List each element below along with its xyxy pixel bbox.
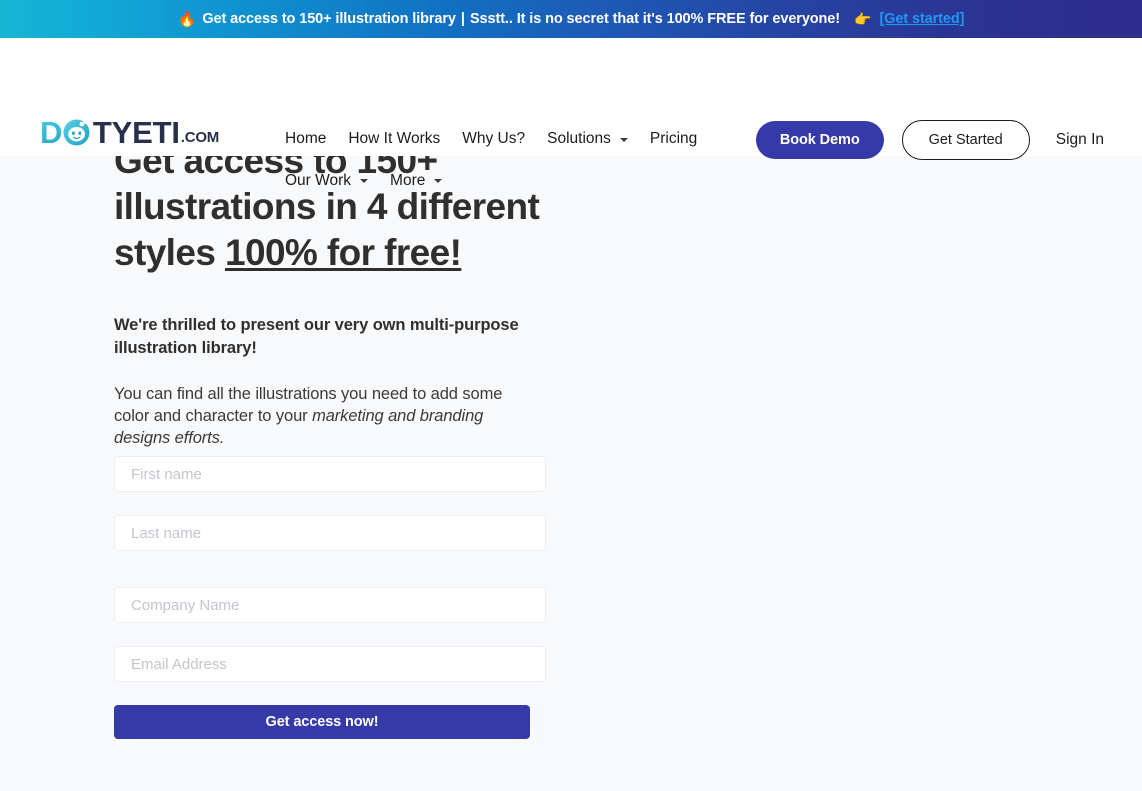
chevron-down-icon	[360, 179, 369, 184]
main-navigation-row-2: Our Work More	[285, 165, 765, 197]
nav-item-more-label: More	[390, 171, 426, 189]
email-address-input[interactable]	[114, 646, 546, 682]
nav-item-how-it-works[interactable]: How It Works	[348, 123, 440, 155]
hero-section: Get access to 150+ illustrations in 4 di…	[0, 156, 1142, 791]
first-name-input[interactable]	[114, 456, 546, 492]
nav-item-how-it-works-label: How It Works	[348, 130, 441, 147]
nav-item-our-work-label: Our Work	[285, 171, 352, 189]
hero-text-column: Get access to 150+ illustrations in 4 di…	[114, 156, 584, 449]
chevron-down-icon	[619, 137, 628, 142]
nav-item-more[interactable]: More	[390, 165, 443, 197]
yeti-face-icon	[63, 119, 90, 146]
signup-form: Get access now!	[114, 456, 546, 739]
nav-item-solutions[interactable]: Solutions	[547, 123, 628, 155]
promo-banner-message: Ssstt.. It is no secret that it's 100% F…	[469, 11, 841, 27]
nav-item-solutions-label: Solutions	[547, 130, 611, 147]
nav-item-home[interactable]: Home	[285, 123, 326, 155]
nav-item-pricing-label: Pricing	[649, 130, 698, 147]
sign-in-link[interactable]: Sign In	[1056, 131, 1104, 149]
main-navigation: Home How It Works Why Us? Solutions Pric…	[285, 123, 765, 196]
hero-body-text: You can find all the illustrations you n…	[114, 383, 514, 449]
logo-text-yeti: TYETI	[92, 114, 180, 150]
chevron-down-icon	[434, 179, 443, 184]
nav-item-why-us-label: Why Us?	[462, 130, 526, 147]
promo-banner-separator: |	[460, 11, 465, 27]
site-logo[interactable]: D TYETI .COM	[40, 114, 219, 150]
flame-icon: 🔥	[177, 10, 197, 28]
hero-subheading: We're thrilled to present our very own m…	[114, 316, 519, 357]
logo-text-dotcom: .COM	[180, 128, 220, 146]
nav-item-our-work[interactable]: Our Work	[285, 165, 369, 197]
promo-banner-lead: Get access to 150+ illustration library	[202, 11, 456, 27]
nav-item-home-label: Home	[285, 130, 327, 147]
last-name-input[interactable]	[114, 515, 546, 551]
pointing-hand-icon: 👉	[854, 11, 872, 27]
nav-item-why-us[interactable]: Why Us?	[462, 123, 525, 155]
logo-letter-d: D	[40, 114, 62, 150]
header-actions: Book Demo Get Started Sign In	[755, 120, 1104, 160]
get-access-now-button[interactable]: Get access now!	[114, 705, 530, 739]
promo-banner-content: 🔥 Get access to 150+ illustration librar…	[178, 11, 965, 27]
promo-banner: 🔥 Get access to 150+ illustration librar…	[0, 0, 1142, 38]
company-name-input[interactable]	[114, 587, 546, 623]
get-started-button[interactable]: Get Started	[901, 120, 1030, 160]
nav-item-pricing[interactable]: Pricing	[650, 123, 697, 155]
site-header: D TYETI .COM Home How It Works Why Us? S…	[0, 38, 1142, 188]
book-demo-button[interactable]: Book Demo	[755, 121, 884, 159]
hero-title-highlight: 100% for free!	[225, 232, 462, 273]
promo-get-started-link[interactable]: [Get started]	[879, 11, 964, 27]
hero-title-line-3-prefix: styles	[114, 232, 225, 273]
